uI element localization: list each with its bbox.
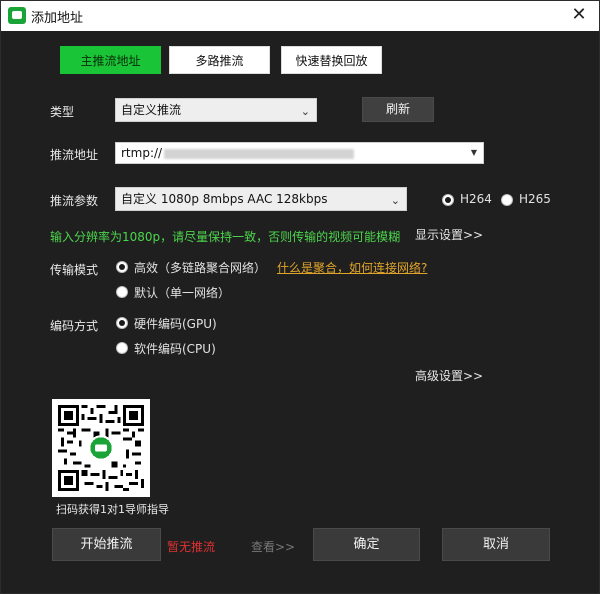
encoding-label: 编码方式 [50, 319, 99, 333]
stream-status-text: 暂无推流 [167, 540, 216, 554]
window-title: 添加地址 [31, 11, 84, 26]
qr-code-icon [52, 399, 150, 497]
encoding-gpu-radio[interactable] [116, 317, 128, 329]
start-stream-button[interactable]: 开始推流 [52, 528, 161, 561]
tab-main-stream[interactable]: 主推流地址 [60, 46, 161, 74]
transport-default-label: 默认（单一网络） [134, 286, 231, 300]
view-link[interactable]: 查看>> [251, 538, 295, 555]
encoding-cpu-label: 软件编码(CPU) [134, 342, 216, 356]
qr-caption: 扫码获得1对1导师指导 [56, 503, 169, 516]
stream-params-value: 自定义 1080p 8mbps AAC 128kbps [121, 192, 328, 206]
chevron-down-icon: ⌄ [390, 194, 400, 207]
redacted-url [164, 148, 355, 159]
codec-h265-radio[interactable] [501, 194, 513, 206]
transport-efficient-radio[interactable] [116, 261, 128, 273]
type-select-value: 自定义推流 [121, 103, 182, 117]
encoding-cpu-radio[interactable] [116, 342, 128, 354]
transport-efficient-label: 高效（多链路聚合网络） [134, 261, 267, 275]
qr-code-graphic [58, 405, 144, 491]
cancel-button[interactable]: 取消 [442, 528, 550, 561]
dropdown-arrow-icon[interactable]: ▼ [471, 143, 477, 163]
stream-url-label: 推流地址 [50, 148, 99, 162]
close-icon[interactable]: ✕ [569, 4, 589, 26]
chevron-down-icon: ⌄ [300, 105, 310, 118]
aggregation-help-link[interactable]: 什么是聚合，如何连接网络? [277, 259, 427, 276]
stream-params-select[interactable]: 自定义 1080p 8mbps AAC 128kbps ⌄ [115, 187, 407, 211]
tab-quick-replace[interactable]: 快速替换回放 [281, 46, 382, 74]
stream-params-label: 推流参数 [50, 194, 99, 208]
codec-h264-radio[interactable] [442, 194, 454, 206]
stream-url-input[interactable]: rtmp:// ▼ [115, 142, 484, 164]
refresh-button[interactable]: 刷新 [362, 97, 434, 122]
type-label: 类型 [50, 105, 75, 119]
type-select[interactable]: 自定义推流 ⌄ [115, 98, 317, 122]
transport-mode-label: 传输模式 [50, 263, 99, 277]
codec-h264-label: H264 [460, 192, 492, 206]
add-address-dialog: 添加地址 ✕ 主推流地址 多路推流 快速替换回放 类型 自定义推流 ⌄ 刷新 推… [0, 0, 600, 594]
encoding-gpu-label: 硬件编码(GPU) [134, 317, 217, 331]
display-settings-link[interactable]: 显示设置>> [415, 226, 483, 243]
title-bar: 添加地址 ✕ [1, 1, 599, 31]
app-logo-icon [8, 7, 26, 24]
codec-h265-label: H265 [519, 192, 551, 206]
stream-url-value: rtmp:// [121, 146, 163, 160]
advanced-settings-link[interactable]: 高级设置>> [415, 367, 483, 384]
ok-button[interactable]: 确定 [313, 528, 420, 561]
tab-multi-stream[interactable]: 多路推流 [169, 46, 270, 74]
transport-default-radio[interactable] [116, 286, 128, 298]
resolution-hint: 输入分辨率为1080p，请尽量保持一致，否则传输的视频可能模糊 [50, 230, 401, 244]
